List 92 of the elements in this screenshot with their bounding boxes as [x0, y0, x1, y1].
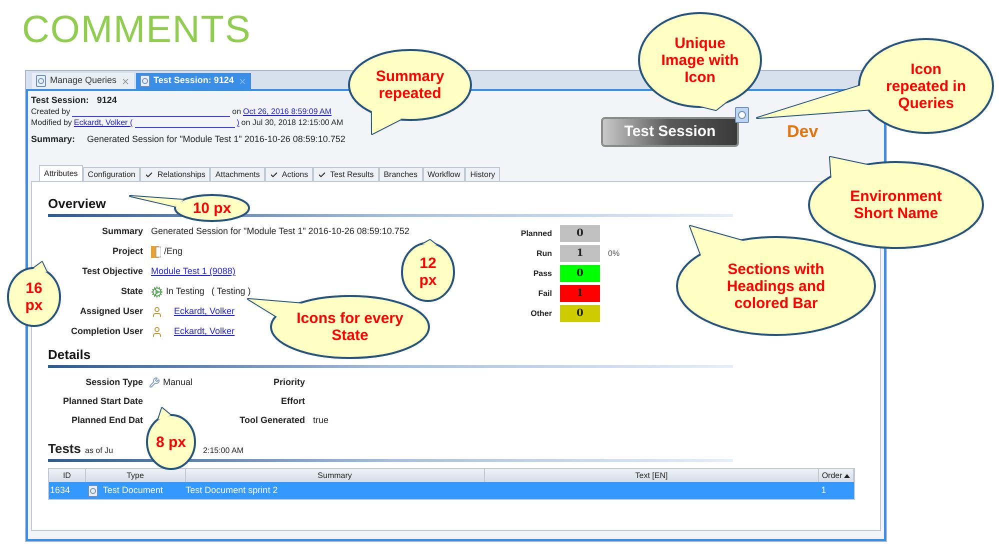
created-on: on: [232, 106, 242, 117]
count-value: 0: [560, 305, 600, 322]
table-cell-text: Test Document sprint 2: [186, 484, 279, 497]
field-label: Project: [111, 245, 143, 258]
detail-tab[interactable]: Workflow: [422, 167, 466, 181]
summary-label: Summary:: [31, 134, 76, 145]
query-page-icon: [36, 75, 46, 87]
callout-text: 12 px: [418, 255, 438, 289]
field-value: true: [313, 414, 329, 427]
gear-icon: [151, 286, 163, 298]
callout-text: Icon repeated in Queries: [884, 60, 968, 112]
field-label: Assigned User: [78, 305, 143, 318]
document-icon: [735, 107, 749, 123]
detail-tab[interactable]: Configuration: [82, 167, 140, 181]
section-heading: Overview: [48, 196, 106, 212]
document-tab[interactable]: Manage Queries: [32, 73, 134, 89]
field-label: State: [120, 285, 143, 298]
field-value: Generated Session for "Module Test 1" 2016-10-26 08:59:10.752: [151, 225, 410, 238]
count-label: Other: [530, 308, 552, 320]
field-value: In Testing: [166, 285, 204, 298]
check-icon: [145, 170, 154, 178]
modified-label: Modified by: [31, 117, 72, 128]
detail-tab[interactable]: Relationships: [140, 167, 210, 181]
modified-date: on Jul 30, 2018 12:15:00 AM: [241, 117, 344, 128]
section-heading: Details: [48, 347, 91, 363]
field-label: Session Type: [84, 376, 143, 389]
record-type-badge: Test Session: [601, 117, 739, 147]
close-icon[interactable]: [238, 76, 247, 86]
callout-text: Environment Short Name: [849, 188, 943, 222]
speech-bubble: [7, 261, 61, 327]
objective-link[interactable]: Module Test 1 (9088): [151, 265, 236, 279]
document-icon: [88, 484, 98, 496]
count-label: Fail: [537, 288, 552, 300]
created-label: Created by: [31, 106, 70, 117]
check-icon: [318, 170, 326, 178]
field-label: Priority: [272, 376, 305, 389]
field-value: Manual: [163, 376, 193, 389]
callout-text: Summary repeated: [374, 68, 446, 102]
count-value: 0: [560, 225, 600, 242]
date-link[interactable]: Oct 26, 2016 8:59:09 AM: [243, 106, 332, 117]
percent-text: 0%: [608, 248, 620, 260]
person-icon: [151, 326, 163, 338]
callout-text: Sections with Headings and colored Bar: [726, 260, 826, 312]
table-cell-text: Test Document: [102, 484, 163, 497]
detail-tab[interactable]: Actions: [264, 167, 314, 181]
detail-tab[interactable]: History: [465, 167, 500, 181]
count-value: 1: [560, 245, 600, 262]
check-icon: [270, 170, 278, 178]
environment-name: Dev: [787, 121, 818, 144]
user-link[interactable]: Eckardt, Volker: [174, 305, 235, 319]
detail-tab[interactable]: Test Results: [313, 167, 379, 181]
callout-text: Icons for every State: [296, 310, 404, 344]
field-label: Summary: [100, 225, 143, 238]
sort-arrow-icon: [844, 474, 850, 478]
as-of-text: as of Ju: [85, 445, 114, 457]
count-value: 1: [560, 285, 600, 302]
slide-title: COMMENTS: [22, 8, 252, 52]
field-label: Completion User: [70, 325, 143, 338]
detail-tab[interactable]: Branches: [378, 167, 422, 181]
field-label: Planned Start Date: [62, 394, 143, 408]
count-value: 0: [560, 265, 600, 282]
wrench-icon: [149, 377, 160, 388]
field-label: Test Objective: [81, 265, 143, 278]
field-label: Effort: [280, 394, 305, 408]
user-link[interactable]: Eckardt, Volker (: [74, 117, 133, 128]
table-cell-text: 1634: [49, 484, 72, 497]
callout-text: Unique Image with Icon: [660, 34, 740, 86]
user-link[interactable]: Eckardt, Volker: [174, 325, 235, 339]
count-label: Run: [535, 248, 552, 260]
detail-tab[interactable]: Attachments: [210, 167, 265, 181]
section-heading: Tests: [48, 441, 81, 457]
callout-text: 10 px: [192, 200, 232, 216]
speech-bubble: [146, 407, 196, 470]
detail-tab[interactable]: Attributes: [39, 165, 83, 181]
table-cell-text: 1: [820, 484, 828, 497]
document-icon: [140, 75, 150, 87]
person-icon: [151, 306, 163, 318]
user-link[interactable]: ): [236, 117, 240, 128]
record-label: Test Session:: [31, 95, 89, 106]
field-label: Tool Generated: [238, 414, 305, 427]
count-label: Pass: [532, 268, 552, 280]
close-icon[interactable]: [120, 76, 130, 86]
field-value: /Eng: [164, 245, 183, 258]
book-icon: [151, 246, 161, 258]
state-detail: ( Testing ): [211, 285, 251, 298]
summary-text: Generated Session for "Module Test 1" 2016-10-26 08:59:10.752: [87, 134, 346, 145]
callout-text: 16 px: [24, 280, 44, 314]
count-label: Planned: [520, 228, 552, 240]
as-of-text: 2:15:00 AM: [203, 445, 244, 457]
field-label: Planned End Dat: [70, 414, 143, 427]
record-id: 9124: [96, 95, 117, 106]
callout-text: 8 px: [156, 434, 186, 450]
